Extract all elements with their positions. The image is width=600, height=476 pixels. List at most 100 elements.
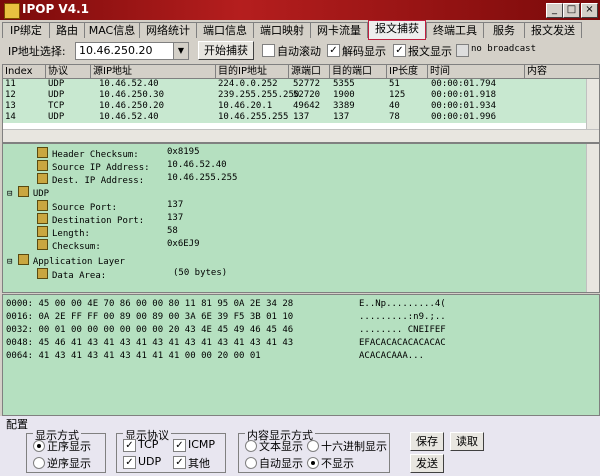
hex-line: 0064: 41 43 41 43 41 43 41 41 41 00 00 2… (6, 351, 261, 361)
tree-field-value: 58 (167, 226, 178, 236)
display-mode-group: 显示方式 正序显示 逆序显示 (26, 427, 106, 473)
reverse-order-radio[interactable] (33, 457, 45, 469)
tree-node-udp[interactable]: ⊟ UDP (7, 186, 49, 200)
forward-order-radio[interactable] (33, 440, 45, 452)
save-button[interactable]: 保存 (410, 432, 444, 451)
field-icon (37, 147, 48, 158)
text-display-radio[interactable] (245, 440, 257, 452)
reverse-order-label: 逆序显示 (47, 457, 91, 470)
col-dst-port[interactable]: 目的端口 (330, 65, 387, 79)
hex-line: 0016: 0A 2E FF FF 00 89 00 89 00 3A 6E 3… (6, 312, 294, 322)
tree-field-value: 137 (167, 213, 184, 223)
folder-icon (17, 254, 29, 265)
forward-order-label: 正序显示 (47, 440, 91, 453)
tree-field-value: 0x6EJ9 (167, 239, 200, 249)
tree-field[interactable]: Dest. IP Address: (37, 173, 144, 187)
hex-ascii: EFACACACACACACAC (359, 338, 446, 348)
config-title: 配置 (6, 418, 28, 431)
decode-tree-vscroll[interactable] (586, 144, 599, 292)
udp-checkbox[interactable]: ✓ (123, 456, 136, 469)
packet-list-hscroll[interactable] (3, 129, 599, 142)
icmp-checkbox[interactable]: ✓ (173, 439, 186, 452)
hex-display-radio[interactable] (307, 440, 319, 452)
col-index[interactable]: Index (3, 65, 46, 79)
tab-route[interactable]: 路由 (49, 22, 85, 38)
field-icon (37, 239, 48, 250)
tab-nic-traffic[interactable]: 网卡流量 (310, 22, 368, 38)
tree-field[interactable]: Checksum: (37, 239, 101, 253)
auto-display-radio[interactable] (245, 457, 257, 469)
decode-display-checkbox[interactable]: ✓ (327, 44, 340, 57)
ip-address-select[interactable]: 10.46.250.20 ▼ (75, 42, 189, 60)
autoscroll-checkbox[interactable] (262, 44, 275, 57)
collapse-icon[interactable]: ⊟ (7, 189, 12, 199)
tree-node-application[interactable]: ⊟ Application Layer (7, 254, 125, 268)
packet-list: Index 协议 源IP地址 目的IP地址 源端口 目的端口 IP长度 时间 内… (2, 64, 600, 143)
tree-field[interactable]: Source IP Address: (37, 160, 150, 174)
ip-address-value: 10.46.250.20 (79, 44, 153, 57)
field-icon (37, 213, 48, 224)
tree-field-value: (50 bytes) (173, 268, 228, 278)
tab-mac-info[interactable]: MAC信息 (84, 22, 140, 38)
packet-display-label: 报文显示 (408, 45, 452, 58)
minimize-button[interactable]: _ (546, 3, 563, 18)
field-icon (37, 173, 48, 184)
maximize-button[interactable]: □ (563, 3, 580, 18)
tab-net-stats[interactable]: 网络统计 (139, 22, 197, 38)
tab-packet-send[interactable]: 报文发送 (524, 22, 582, 38)
col-content[interactable]: 内容 (525, 65, 599, 79)
auto-display-label: 自动显示 (259, 457, 303, 470)
no-display-label: 不显示 (321, 457, 354, 470)
hex-line: 0048: 45 46 41 43 41 43 41 43 41 43 41 4… (6, 338, 294, 348)
packet-display-checkbox[interactable]: ✓ (393, 44, 406, 57)
start-capture-button[interactable]: 开始捕获 (198, 41, 254, 60)
packet-row[interactable]: 14 UDP 10.46.52.40 10.46.255.255 137 137 78 00:… (3, 112, 587, 123)
tab-port-info[interactable]: 端口信息 (196, 22, 254, 38)
packet-row[interactable]: 11 UDP 10.46.52.40 224.0.0.252 52772 5355 51 00… (3, 79, 587, 90)
tree-field-value: 10.46.52.40 (167, 160, 227, 170)
tab-ip-bind[interactable]: IP绑定 (2, 22, 50, 38)
tab-services[interactable]: 服务 (483, 22, 525, 38)
tree-field-value: 137 (167, 200, 184, 210)
hex-ascii: ACACACAAA... (359, 351, 425, 361)
field-icon (37, 200, 48, 211)
capture-toolbar: IP地址选择: 10.46.250.20 ▼ 开始捕获 自动滚动 ✓ 解码显示 … (0, 40, 600, 62)
no-display-radio[interactable] (307, 457, 319, 469)
col-dst-ip[interactable]: 目的IP地址 (216, 65, 289, 79)
close-button[interactable]: × (581, 3, 598, 18)
tab-packet-capture[interactable]: 报文捕获 (368, 20, 426, 40)
tree-field[interactable]: Length: (37, 226, 90, 240)
tab-terminal-tools[interactable]: 终端工具 (426, 22, 484, 38)
packet-list-header: Index 协议 源IP地址 目的IP地址 源端口 目的端口 IP长度 时间 内… (3, 65, 599, 79)
packet-list-vscroll[interactable] (586, 79, 599, 129)
app-icon (4, 3, 20, 19)
read-button[interactable]: 读取 (450, 432, 484, 451)
tcp-checkbox[interactable]: ✓ (123, 439, 136, 452)
tree-field[interactable]: Destination Port: (37, 213, 144, 227)
send-button[interactable]: 发送 (410, 454, 444, 473)
tree-field[interactable]: Header Checksum: (37, 147, 139, 161)
hex-display-label: 十六进制显示 (321, 440, 387, 453)
tab-port-map[interactable]: 端口映射 (253, 22, 311, 38)
icmp-label: ICMP (188, 438, 216, 451)
col-time[interactable]: 时间 (428, 65, 525, 79)
decode-display-label: 解码显示 (342, 45, 386, 58)
col-ip-length[interactable]: IP长度 (387, 65, 428, 79)
field-icon (37, 160, 48, 171)
tree-field[interactable]: Data Area: (37, 268, 106, 282)
col-src-ip[interactable]: 源IP地址 (91, 65, 216, 79)
field-icon (37, 226, 48, 237)
other-label: 其他 (188, 457, 210, 470)
packet-row[interactable]: 12 UDP 10.46.250.30 239.255.255.250 52720 190… (3, 90, 587, 101)
tree-field[interactable]: Source Port: (37, 200, 117, 214)
text-display-label: 文本显示 (259, 440, 303, 453)
other-checkbox[interactable]: ✓ (173, 456, 186, 469)
packet-row[interactable]: 13 TCP 10.46.250.20 10.46.20.1 49642 3389 40 00… (3, 101, 587, 112)
content-display-group: 内容显示方式 文本显示 十六进制显示 自动显示 不显示 (238, 427, 390, 473)
col-src-port[interactable]: 源端口 (289, 65, 330, 79)
no-broadcast-checkbox[interactable] (456, 44, 469, 57)
tree-field-value: 10.46.255.255 (167, 173, 238, 183)
chevron-down-icon[interactable]: ▼ (173, 43, 188, 59)
col-protocol[interactable]: 协议 (46, 65, 91, 79)
collapse-icon[interactable]: ⊟ (7, 257, 12, 267)
